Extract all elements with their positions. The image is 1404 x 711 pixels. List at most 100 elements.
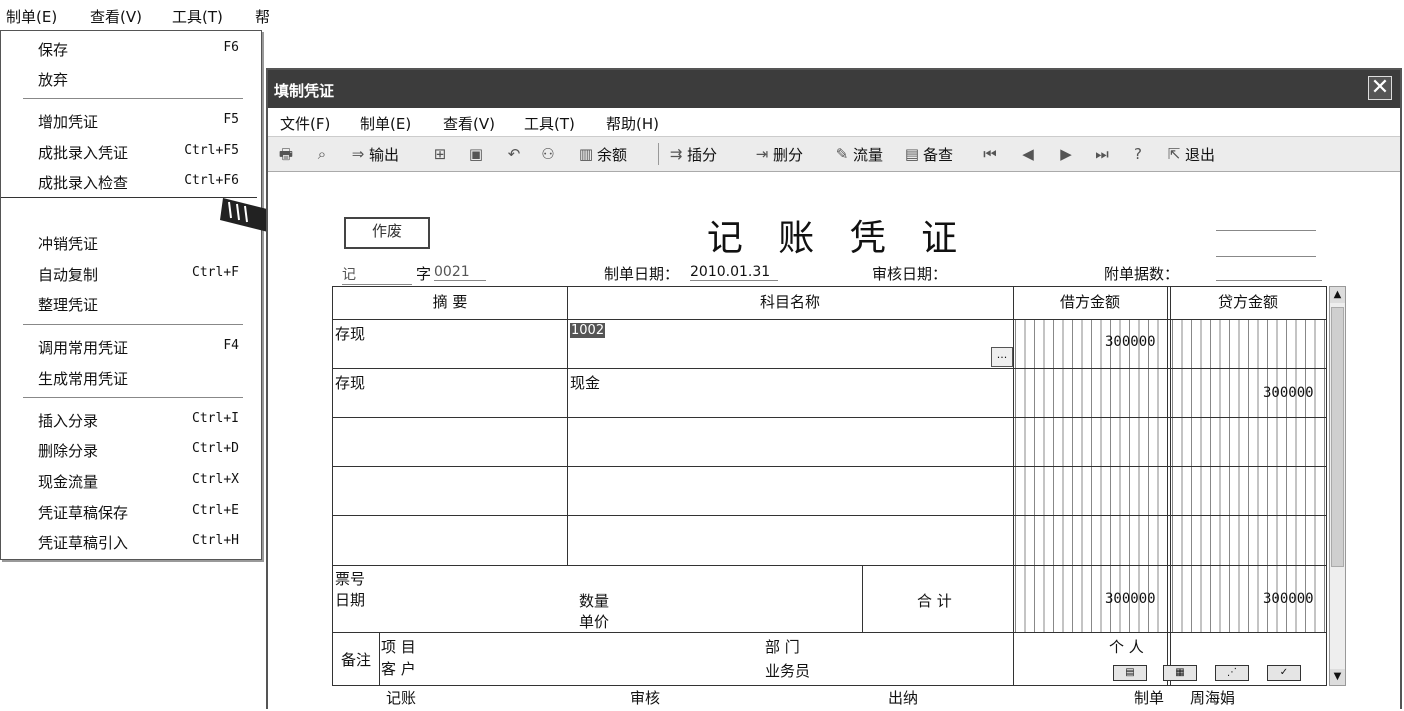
help-icon: ? <box>1134 145 1142 163</box>
col-divider <box>1013 287 1014 685</box>
menu-item-label: 自动复制 <box>38 266 99 284</box>
menu-item-label: 放弃 <box>38 71 69 89</box>
voucher-type-field[interactable]: 记 <box>342 264 412 285</box>
void-stamp: 作废 <box>344 217 430 249</box>
record-view-button[interactable]: ▦ <box>1163 665 1197 681</box>
menu-zhidan[interactable]: 制单(E) <box>360 113 411 134</box>
row1-summary[interactable]: 存现 <box>335 323 365 344</box>
insert-label: 插分 <box>687 145 718 164</box>
scroll-thumb[interactable] <box>1331 307 1344 567</box>
export-icon: ⇒ <box>351 145 365 163</box>
save-button[interactable]: ▣ <box>468 143 487 165</box>
customer-label: 客 户 <box>381 660 416 678</box>
menu-item-call-common-voucher[interactable]: 调用常用凭证 F4 <box>3 331 259 361</box>
menu-item-generate-common-voucher[interactable]: 生成常用凭证 <box>3 362 259 392</box>
vertical-scrollbar[interactable]: ▲ ▼ <box>1329 286 1346 686</box>
output-label: 输出 <box>369 145 400 164</box>
prev-record-button[interactable]: ◀ <box>1020 143 1039 165</box>
last-record-button[interactable]: ⏭ <box>1094 143 1113 165</box>
remark-label: 备注 <box>341 651 372 669</box>
row-divider <box>333 368 1326 369</box>
app-menubar: 制单(E) 查看(V) 工具(T) 帮 <box>0 0 270 30</box>
audit-date-label: 审核日期： <box>872 265 948 283</box>
credit-digit-grid <box>1172 320 1326 632</box>
first-record-button[interactable]: ⏮ <box>982 143 1001 165</box>
row2-summary[interactable]: 存现 <box>335 372 365 393</box>
contact-card-button[interactable]: ▤ <box>1113 665 1147 681</box>
total-debit: 300000 <box>1105 591 1156 607</box>
menu-view[interactable]: 查看(V) <box>443 113 495 134</box>
print-button[interactable]: 🖶 <box>278 143 297 165</box>
attachments-label: 附单据数： <box>1104 265 1180 283</box>
attachments-field[interactable] <box>1216 264 1322 281</box>
menu-item-discard[interactable]: 放弃 <box>3 63 259 93</box>
row1-account-input[interactable]: 1002 <box>570 323 606 338</box>
menu-item-save-draft[interactable]: 凭证草稿保存 Ctrl+E <box>3 496 259 526</box>
menu-item-batch-entry[interactable]: 成批录入凭证 Ctrl+F5 <box>3 136 259 166</box>
make-date-field[interactable]: 2010.01.31 <box>690 264 778 281</box>
menu-item-shortcut: Ctrl+X <box>192 472 239 487</box>
reference-check-button[interactable]: ▤ 备查 <box>904 143 953 165</box>
magnifier-icon: ⌕ <box>317 145 327 163</box>
zi-label: 字 <box>416 265 432 283</box>
bar-chart-icon: ▥ <box>578 145 594 163</box>
menu-item-label: 成批录入凭证 <box>38 144 129 162</box>
delete-entry-button[interactable]: ⇥ 删分 <box>754 143 803 165</box>
undo-button[interactable]: ↶ <box>506 143 525 165</box>
person-label: 个 人 <box>1109 638 1144 656</box>
menu-item-add-voucher[interactable]: 增加凭证 F5 <box>3 105 259 135</box>
col-divider <box>862 565 863 633</box>
delete-label: 删分 <box>773 145 804 164</box>
menu-help[interactable]: 帮助(H) <box>606 113 659 134</box>
insert-entry-button[interactable]: ⇉ 插分 <box>668 143 717 165</box>
cash-flow-button[interactable]: ✎ 流量 <box>834 143 883 165</box>
scroll-up-icon[interactable]: ▲ <box>1330 287 1345 303</box>
toggle-mark-button[interactable]: ⋰ <box>1215 665 1249 681</box>
menu-item-organize-voucher[interactable]: 整理凭证 <box>3 288 259 318</box>
empty-entry-row[interactable] <box>333 467 1013 515</box>
preview-button[interactable]: ⌕ <box>314 143 333 165</box>
window-title: 填制凭证 <box>274 82 335 100</box>
menu-item-label: 凭证草稿引入 <box>38 534 129 552</box>
menu-item-label: 删除分录 <box>38 442 99 460</box>
account-lookup-button[interactable]: ... <box>991 347 1013 367</box>
menu-chakan[interactable]: 查看(V) <box>90 6 142 27</box>
ticket-no-label: 票号 <box>335 570 366 588</box>
find-button[interactable]: ⚇ <box>540 143 559 165</box>
menu-item-delete-entry[interactable]: 删除分录 Ctrl+D <box>3 434 259 464</box>
empty-entry-row[interactable] <box>333 418 1013 466</box>
menu-file[interactable]: 文件(F) <box>280 113 330 134</box>
help-button[interactable]: ? <box>1130 143 1149 165</box>
exit-button[interactable]: ⇱ 退出 <box>1166 143 1215 165</box>
balance-button[interactable]: ▥ 余额 <box>578 143 627 165</box>
menu-item-import-draft[interactable]: 凭证草稿引入 Ctrl+H <box>3 526 259 556</box>
next-record-button[interactable]: ▶ <box>1058 143 1077 165</box>
row1-debit[interactable]: 300000 <box>1105 334 1156 350</box>
output-button[interactable]: ⇒ 输出 <box>350 143 399 165</box>
audit-label: 审核 <box>630 689 661 707</box>
empty-entry-row[interactable] <box>333 516 1013 565</box>
menu-item-cash-flow[interactable]: 现金流量 Ctrl+X <box>3 465 259 495</box>
row2-credit[interactable]: 300000 <box>1263 385 1314 401</box>
project-label: 项 目 <box>381 638 416 656</box>
salesperson-label: 业务员 <box>765 662 811 680</box>
menu-zhidan[interactable]: 制单(E) <box>6 6 57 27</box>
menu-item-label: 作废/恢复 <box>36 206 102 224</box>
row2-account[interactable]: 现金 <box>570 372 600 393</box>
menu-gongju[interactable]: 工具(T) <box>172 6 223 27</box>
expand-button[interactable]: ✓ <box>1267 665 1301 681</box>
zhidan-dropdown-menu: 保存 F6 放弃 增加凭证 F5 成批录入凭证 Ctrl+F5 成批录入检查 C… <box>0 30 262 560</box>
close-button[interactable]: ✕ <box>1368 76 1392 100</box>
row-divider <box>333 565 1326 566</box>
header-summary: 摘 要 <box>432 293 468 311</box>
menu-item-save[interactable]: 保存 F6 <box>3 33 259 63</box>
printer-icon: 🖶 <box>278 145 294 163</box>
add-button[interactable]: ⊞ <box>432 143 451 165</box>
menu-bangzhu-partial[interactable]: 帮 <box>255 6 270 27</box>
scroll-down-icon[interactable]: ▼ <box>1330 669 1345 685</box>
floppy-icon: ▣ <box>468 145 484 163</box>
menu-item-insert-entry[interactable]: 插入分录 Ctrl+I <box>3 404 259 434</box>
voucher-number-field[interactable]: 0021 <box>434 264 486 281</box>
make-date-label: 制单日期： <box>604 265 680 283</box>
menu-tools[interactable]: 工具(T) <box>524 113 575 134</box>
